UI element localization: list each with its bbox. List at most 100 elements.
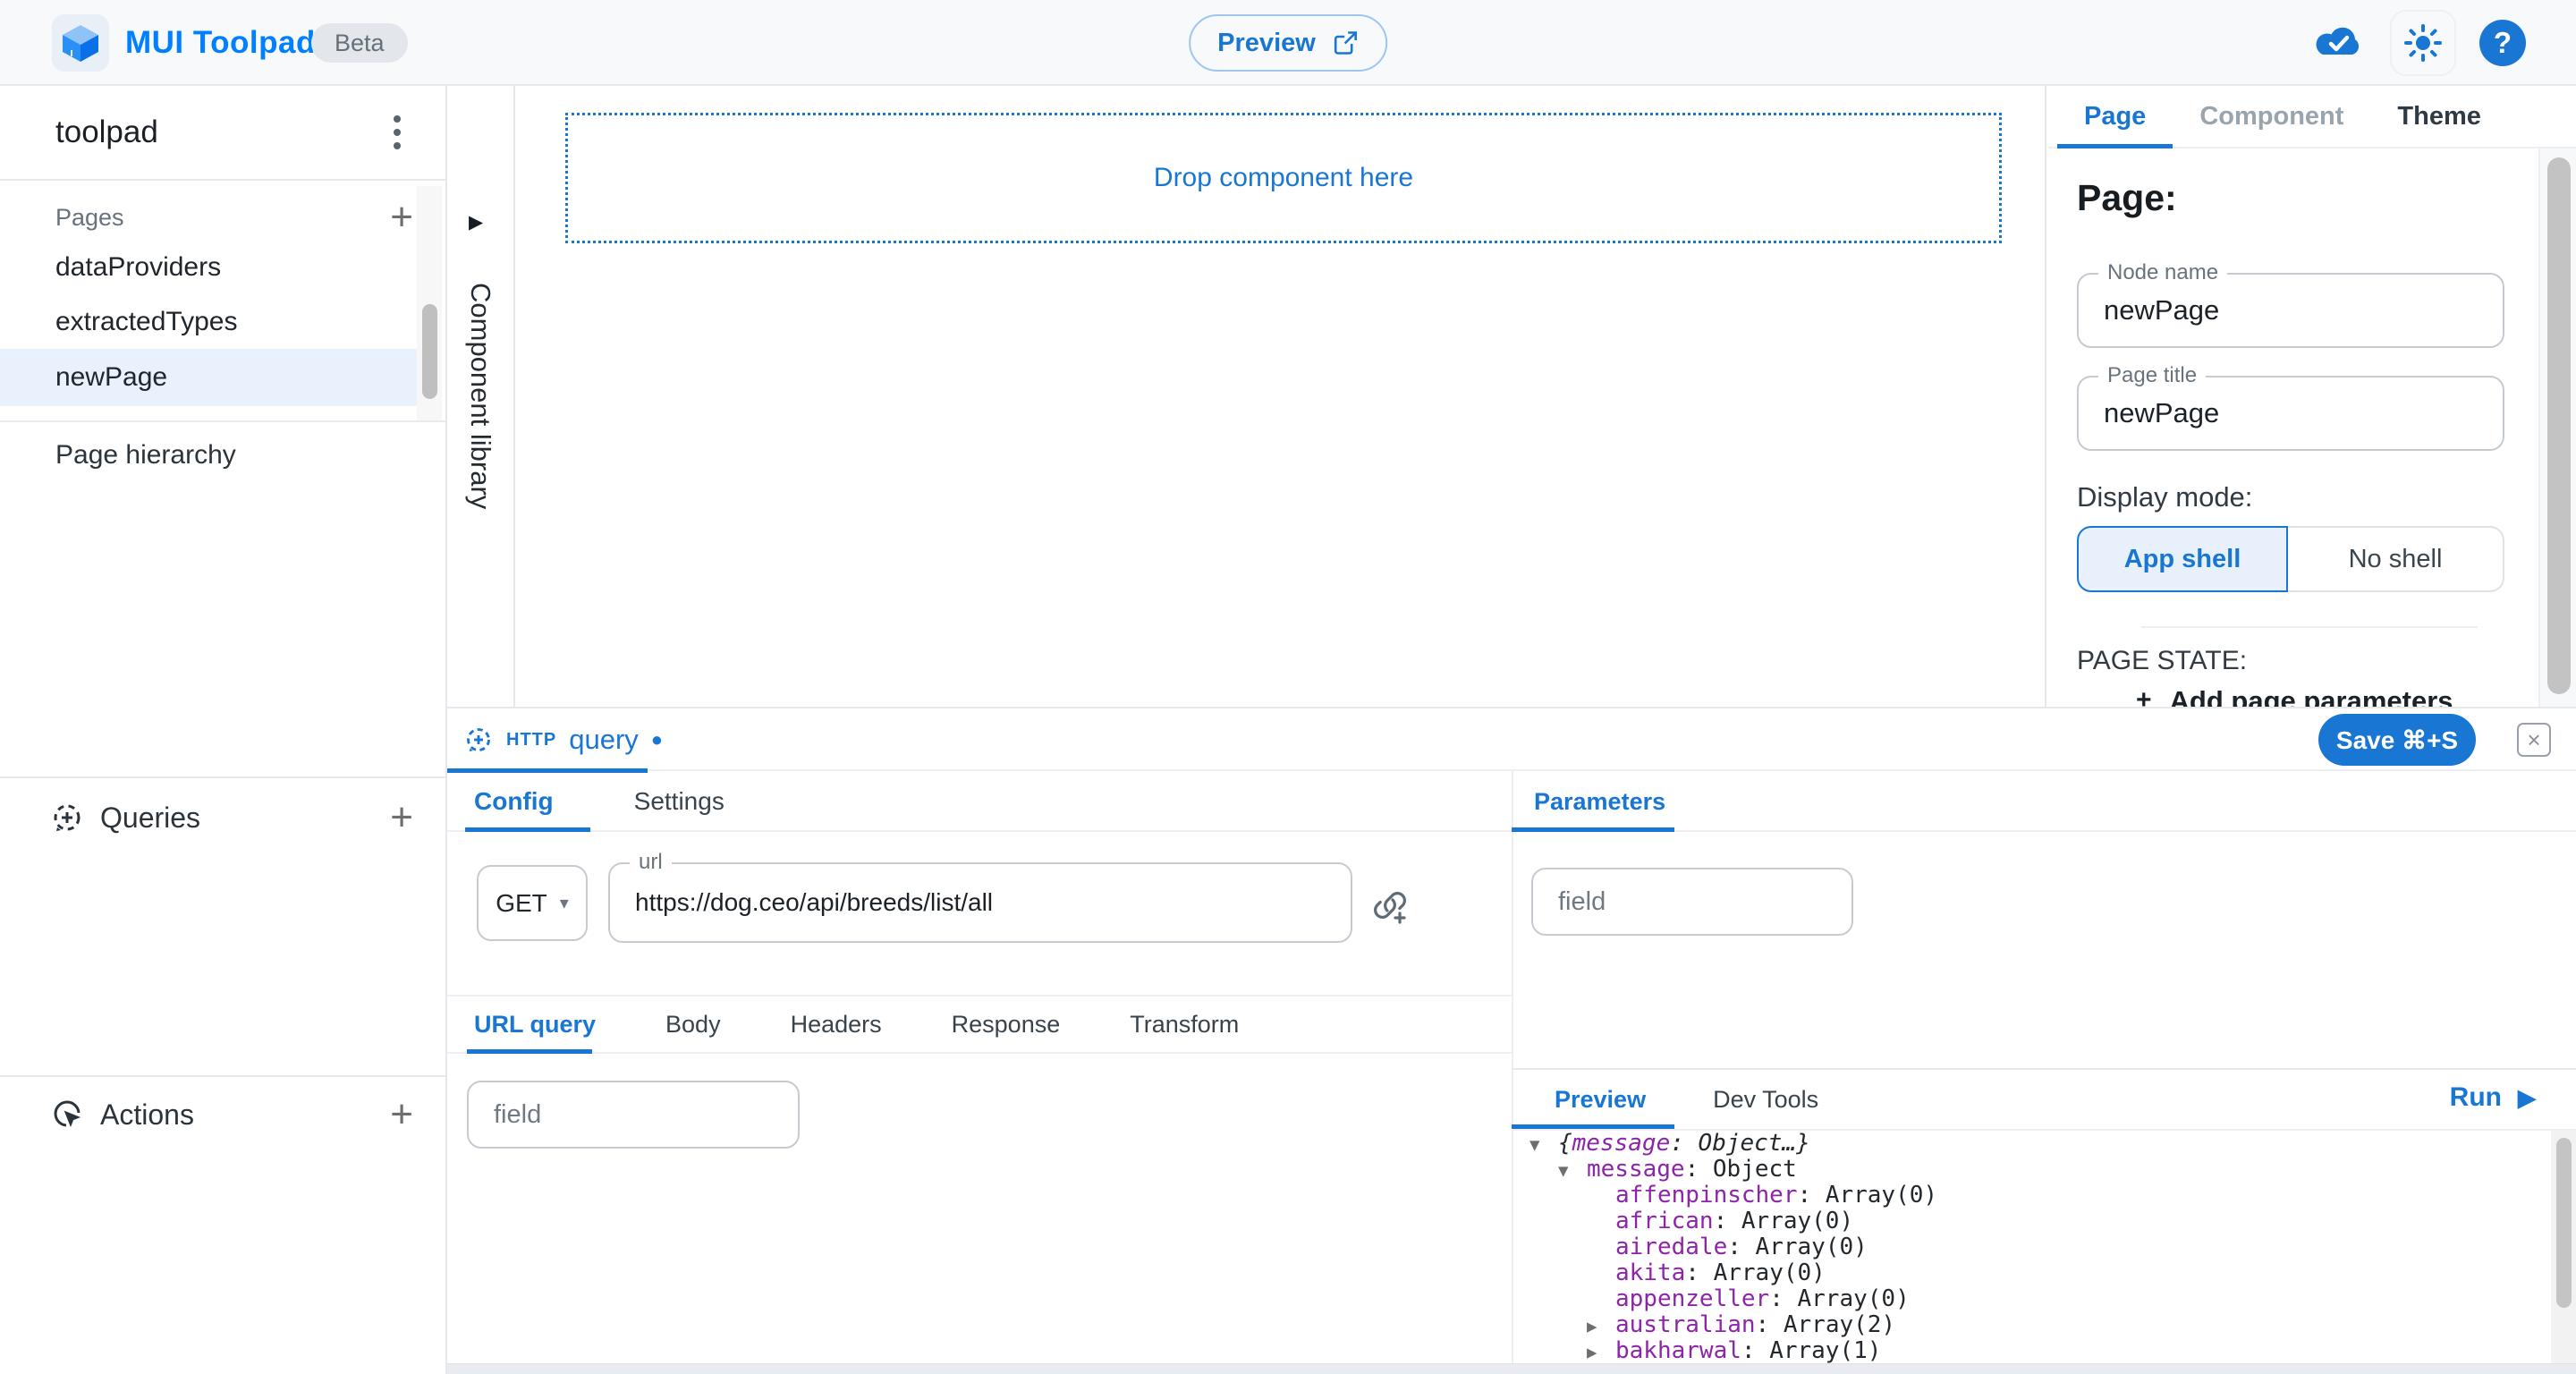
- config-tabs: Config Settings: [447, 773, 1512, 832]
- parameters-tabs: Parameters: [1512, 773, 2576, 832]
- theme-toggle-button[interactable]: [2390, 10, 2456, 76]
- add-page-button[interactable]: +: [390, 199, 413, 235]
- preview-button[interactable]: Preview: [1189, 14, 1387, 72]
- method-value: GET: [496, 889, 547, 918]
- tab-component[interactable]: Component: [2173, 86, 2370, 147]
- pages-section-header: Pages +: [0, 191, 445, 243]
- page-hierarchy-label: Page hierarchy: [55, 440, 236, 471]
- parameters-field: [1531, 868, 1853, 936]
- json-segment: african: [1615, 1208, 1714, 1234]
- json-segment: : Array(1): [1741, 1337, 1882, 1364]
- json-segment: : Array(0): [1727, 1234, 1868, 1260]
- bind-url-button[interactable]: [1368, 884, 1411, 927]
- tab-parameters[interactable]: Parameters: [1534, 773, 1665, 830]
- tab-headers[interactable]: Headers: [791, 997, 882, 1052]
- inspector-scrollbar-thumb[interactable]: [2547, 157, 2571, 694]
- divider: [0, 420, 445, 422]
- project-row: toolpad: [0, 86, 445, 181]
- tab-page[interactable]: Page: [2057, 86, 2173, 147]
- open-in-new-icon: [1332, 30, 1359, 56]
- save-button[interactable]: Save ⌘+S: [2318, 714, 2476, 766]
- add-page-parameters-label: Add page parameters: [2170, 685, 2453, 707]
- url-query-input[interactable]: [469, 1082, 798, 1147]
- tab-dev-tools[interactable]: Dev Tools: [1713, 1070, 1818, 1129]
- sidebar-item-extractedTypes[interactable]: extractedTypes: [0, 294, 419, 349]
- actions-label: Actions: [100, 1098, 374, 1132]
- tab-body[interactable]: Body: [665, 997, 721, 1052]
- node-name-input[interactable]: [2079, 275, 2503, 346]
- tab-config[interactable]: Config: [474, 773, 554, 830]
- tab-transform[interactable]: Transform: [1130, 997, 1239, 1052]
- sidebar-item-dataProviders[interactable]: dataProviders: [0, 240, 419, 294]
- url-input[interactable]: [610, 864, 1351, 941]
- page-title-label: Page title: [2098, 363, 2206, 388]
- page-item-label: dataProviders: [55, 252, 221, 283]
- actions-icon: [50, 1098, 84, 1132]
- active-tab-underline: [465, 827, 590, 832]
- json-segment: message: [1572, 1131, 1671, 1157]
- pages-scrollbar-thumb[interactable]: [422, 304, 437, 399]
- tree-toggle-icon[interactable]: ▶: [1587, 1340, 1615, 1366]
- light-mode-icon: [2403, 23, 2443, 63]
- result-tabs: Preview Dev Tools: [1512, 1070, 2576, 1129]
- help-button[interactable]: ?: [2479, 20, 2526, 66]
- drop-zone[interactable]: Drop component here: [565, 113, 2002, 243]
- inspector-scrollbar-track[interactable]: [2538, 148, 2576, 707]
- component-library-panel[interactable]: ▶ Component library: [447, 86, 515, 707]
- queries-section-header: Queries +: [0, 784, 445, 852]
- response-json-tree[interactable]: ▼{message: Object…}▼message: Objectaffen…: [1513, 1131, 2551, 1367]
- json-segment: : Object: [1685, 1156, 1797, 1183]
- run-button[interactable]: Run ▶: [2450, 1082, 2536, 1113]
- tab-preview[interactable]: Preview: [1555, 1070, 1646, 1129]
- tree-toggle-icon[interactable]: ▶: [1587, 1314, 1615, 1340]
- tab-response[interactable]: Response: [952, 997, 1061, 1052]
- plus-icon: +: [2136, 685, 2152, 707]
- expand-library-arrow-icon[interactable]: ▶: [469, 211, 483, 233]
- parameters-input[interactable]: [1533, 869, 1852, 934]
- tab-theme[interactable]: Theme: [2370, 86, 2507, 147]
- tab-http-query[interactable]: HTTP query ●: [447, 708, 648, 771]
- active-tab-underline: [1512, 827, 1674, 832]
- json-segment: : Object…}: [1670, 1131, 1810, 1157]
- beta-badge: Beta: [311, 23, 408, 63]
- close-query-editor-button[interactable]: ×: [2517, 723, 2551, 757]
- tab-settings[interactable]: Settings: [634, 773, 724, 830]
- pages-header-label: Pages: [55, 204, 390, 232]
- mui-toolpad-logo[interactable]: [52, 14, 109, 72]
- query-name-label: query: [569, 724, 639, 756]
- page-state-label: PAGE STATE:: [2077, 646, 2247, 676]
- project-menu-button[interactable]: [385, 106, 410, 158]
- project-name: toolpad: [55, 114, 385, 150]
- json-segment: {: [1558, 1131, 1572, 1157]
- json-segment: affenpinscher: [1615, 1182, 1798, 1209]
- tree-toggle-icon[interactable]: ▼: [1558, 1158, 1587, 1184]
- divider: [0, 1075, 445, 1077]
- page-item-label: extractedTypes: [55, 307, 237, 337]
- app-header: MUI Toolpad Beta Preview: [0, 0, 2576, 86]
- add-action-button[interactable]: +: [390, 1097, 413, 1132]
- active-tab-underline: [467, 1049, 592, 1054]
- add-page-parameters-button[interactable]: + Add page parameters: [2136, 685, 2453, 707]
- toolpad-cube-icon: [60, 22, 101, 64]
- unsaved-indicator-dot: ●: [651, 728, 663, 751]
- add-query-button[interactable]: +: [390, 800, 413, 835]
- json-segment: : Array(0): [1798, 1182, 1938, 1209]
- sidebar-item-newPage[interactable]: newPage: [0, 349, 419, 406]
- json-tree-row: airedale: Array(0): [1513, 1234, 2551, 1260]
- divider: [2141, 626, 2478, 628]
- page-item-label: newPage: [55, 362, 167, 393]
- tab-url-query[interactable]: URL query: [474, 997, 596, 1052]
- toggle-no-shell[interactable]: No shell: [2288, 526, 2504, 592]
- json-scrollbar-thumb[interactable]: [2556, 1138, 2572, 1308]
- left-sidebar: toolpad Pages + dataProviders extractedT…: [0, 86, 447, 1374]
- page-hierarchy-item[interactable]: Page hierarchy: [0, 428, 445, 483]
- app-title: MUI Toolpad: [125, 0, 316, 86]
- query-icon: [463, 725, 494, 755]
- play-icon: ▶: [2518, 1084, 2536, 1112]
- method-select[interactable]: GET ▾: [477, 865, 588, 941]
- component-library-label: Component library: [464, 283, 496, 509]
- drop-placeholder-text: Drop component here: [1154, 163, 1413, 193]
- tree-toggle-icon[interactable]: ▼: [1530, 1132, 1558, 1158]
- page-title-input[interactable]: [2079, 377, 2503, 449]
- toggle-app-shell[interactable]: App shell: [2077, 526, 2288, 592]
